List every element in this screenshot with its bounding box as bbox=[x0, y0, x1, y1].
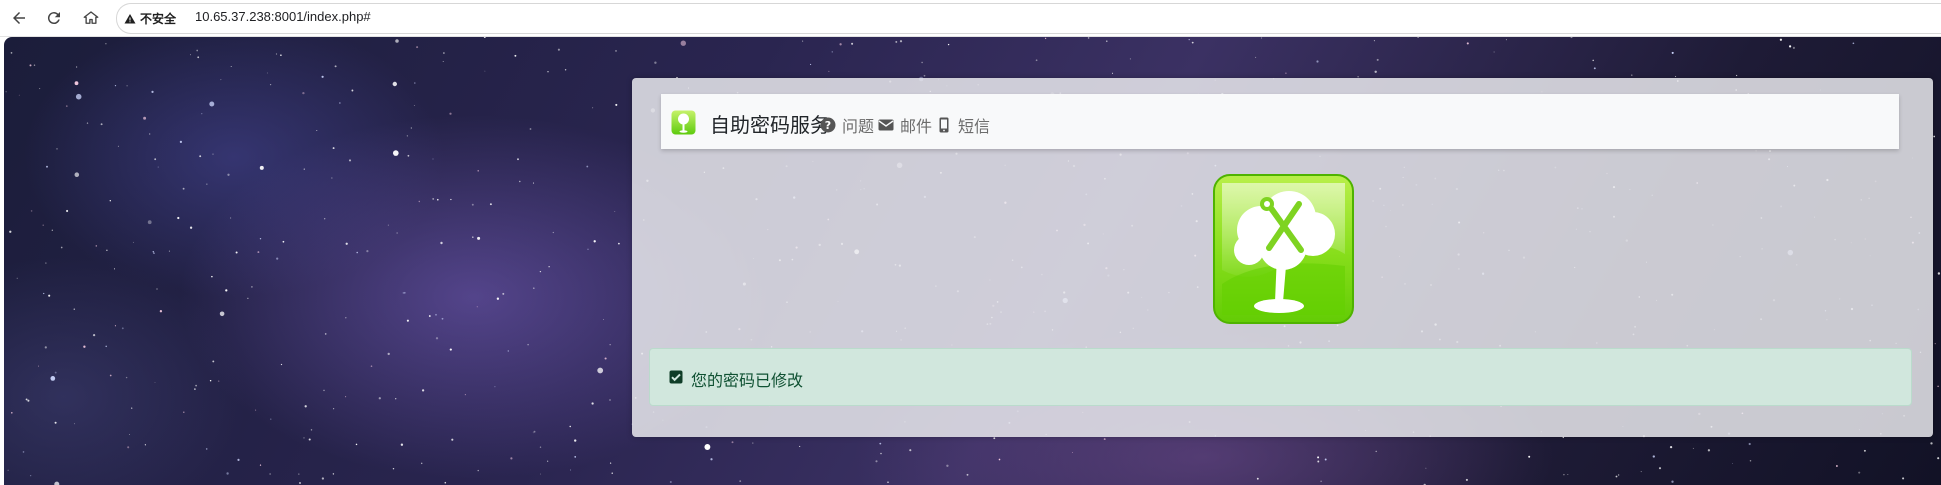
nav-link-email-label: 邮件 bbox=[900, 117, 933, 136]
brand-title[interactable]: 自助密码服务 bbox=[710, 109, 830, 138]
security-label: 不安全 bbox=[140, 12, 177, 26]
tree-logo-icon bbox=[1213, 174, 1354, 324]
alert-message: 您的密码已修改 bbox=[691, 371, 804, 390]
nav-link-sms-label: 短信 bbox=[958, 117, 991, 136]
back-icon bbox=[13, 12, 25, 24]
mobile-phone-icon bbox=[939, 117, 949, 133]
check-square-icon bbox=[669, 370, 683, 384]
warning-icon bbox=[124, 13, 136, 23]
brand-logo-icon[interactable] bbox=[671, 110, 696, 135]
back-button[interactable] bbox=[7, 6, 31, 30]
url-text[interactable]: 10.65.37.238:8001/index.php# bbox=[195, 9, 371, 24]
nav-link-sms[interactable]: 短信 bbox=[936, 113, 990, 137]
main-panel: 自助密码服务 ? 问题 邮件 短信 您的密码已修改 bbox=[632, 78, 1933, 437]
address-bar[interactable] bbox=[116, 3, 1941, 34]
reload-button[interactable] bbox=[42, 6, 66, 30]
browser-toolbar: 不安全 10.65.37.238:8001/index.php# bbox=[0, 0, 1941, 37]
question-circle-icon: ? bbox=[820, 117, 836, 133]
home-button[interactable] bbox=[79, 6, 103, 30]
nav-link-email[interactable]: 邮件 bbox=[878, 113, 932, 137]
security-indicator[interactable]: 不安全 bbox=[124, 10, 176, 27]
page-viewport: 自助密码服务 ? 问题 邮件 短信 您的密码已修改 bbox=[4, 37, 1941, 485]
navbar: 自助密码服务 ? 问题 邮件 短信 bbox=[661, 94, 1899, 149]
envelope-icon bbox=[878, 119, 894, 131]
reload-icon bbox=[47, 12, 60, 25]
nav-link-question-label: 问题 bbox=[842, 117, 875, 136]
home-icon bbox=[83, 11, 99, 24]
svg-text:?: ? bbox=[825, 119, 831, 132]
nav-link-question[interactable]: ? 问题 bbox=[820, 113, 874, 137]
success-alert: 您的密码已修改 bbox=[649, 348, 1912, 406]
